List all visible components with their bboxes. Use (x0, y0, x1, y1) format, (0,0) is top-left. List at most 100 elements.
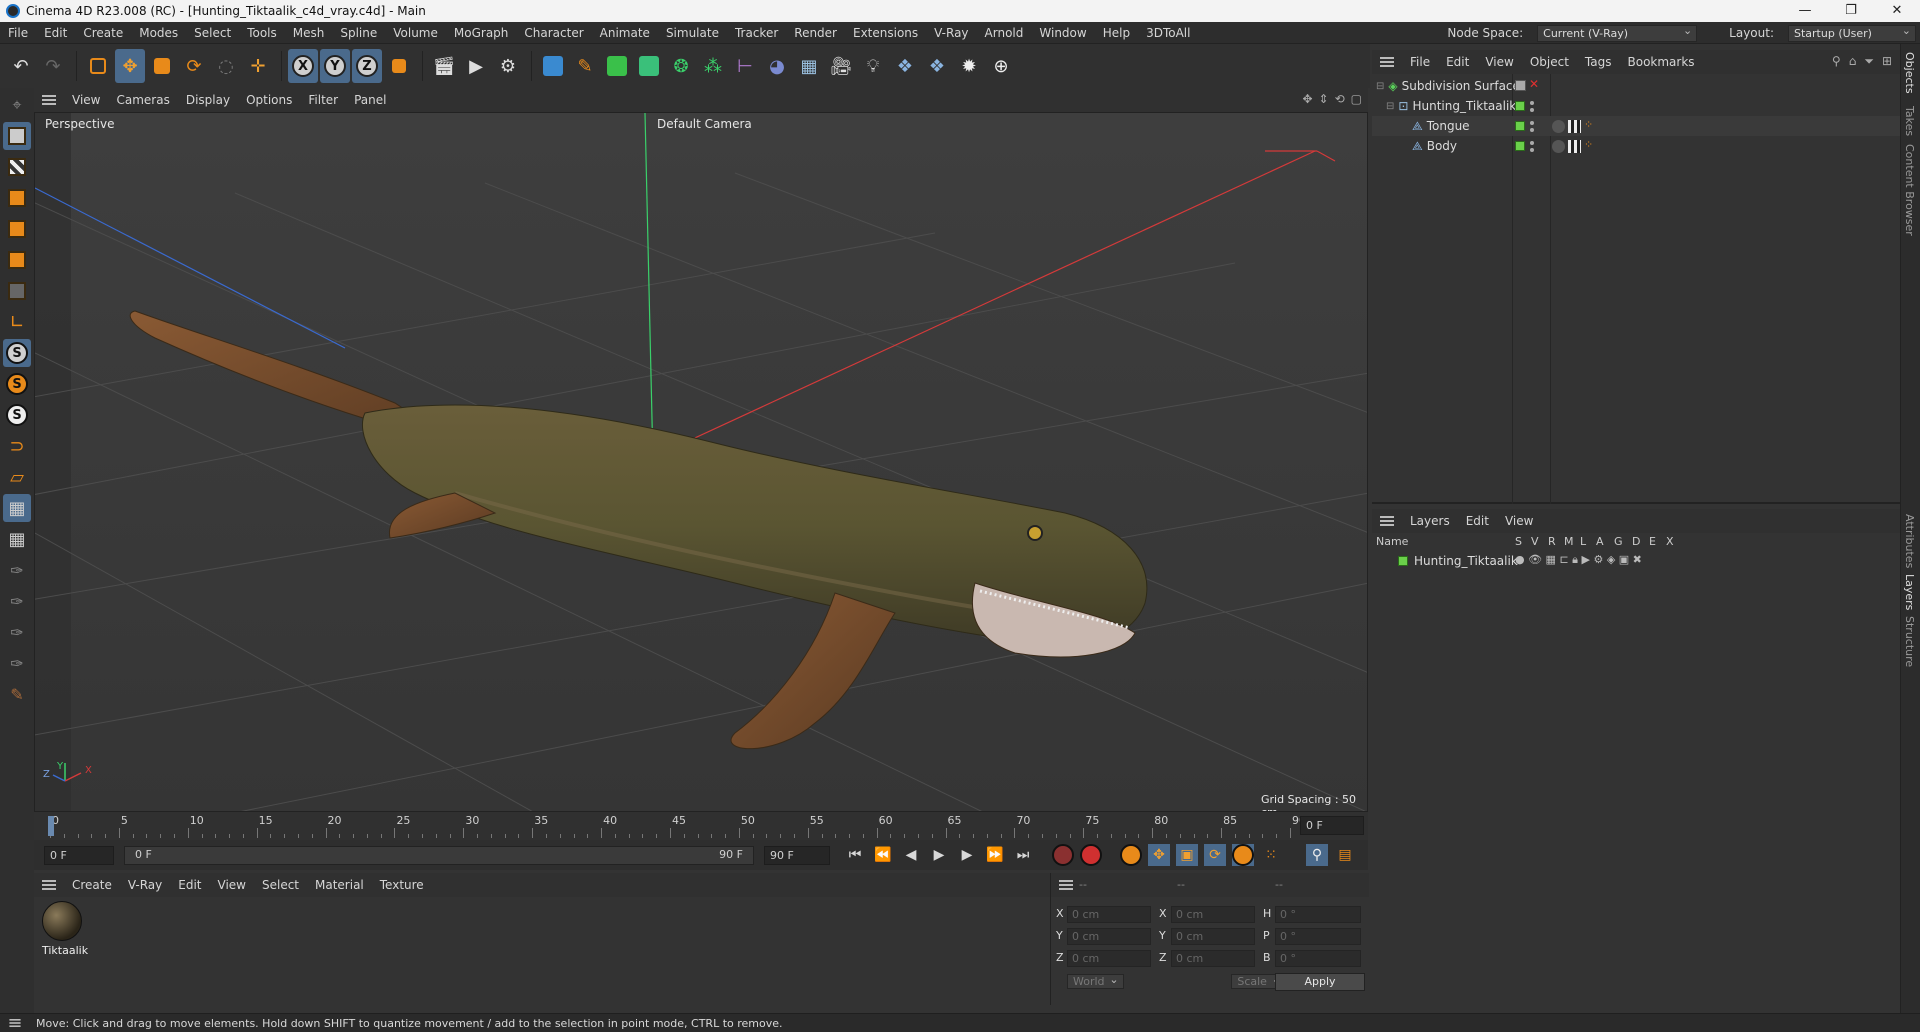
size-x-field[interactable]: 0 cm (1171, 906, 1255, 923)
size-y-field[interactable]: 0 cm (1171, 928, 1255, 945)
snap-settings-button[interactable]: S (3, 370, 31, 398)
coordinate-system-button[interactable] (384, 49, 414, 83)
python-button[interactable]: ❖ (890, 49, 920, 83)
menu-render[interactable]: Render (786, 26, 845, 40)
edit-toggle-icon[interactable] (1515, 80, 1526, 91)
vray-settings-button[interactable]: ✹ (954, 49, 984, 83)
vray-tag-icon[interactable]: ⁘ (1584, 118, 1593, 131)
viewport-menu-panel[interactable]: Panel (346, 93, 394, 107)
redo-button[interactable]: ↷ (38, 49, 68, 83)
material-tag-icon[interactable] (1568, 140, 1581, 153)
autokey-button[interactable] (1080, 844, 1102, 866)
home-icon[interactable]: ⌂ (1849, 54, 1857, 69)
layer-menu-layers[interactable]: Layers (1402, 514, 1458, 528)
x-axis-button[interactable]: X (288, 49, 318, 83)
layer-color-swatch[interactable] (1398, 556, 1408, 566)
timeline-button[interactable]: ⚲ (1306, 844, 1328, 866)
menu-character[interactable]: Character (516, 26, 591, 40)
layer-color-icon[interactable] (1515, 121, 1525, 131)
key-scale-button[interactable]: ▣ (1176, 844, 1198, 866)
disabled-x-icon[interactable]: ✕ (1529, 77, 1539, 91)
col-animation[interactable]: A (1596, 535, 1604, 548)
menu-volume[interactable]: Volume (385, 26, 446, 40)
viewport-menu-view[interactable]: View (64, 93, 108, 107)
timeline-ruler[interactable]: 0 5 10 15 20 25 30 35 40 45 50 55 60 65 70 75 80 85 90 0 F (34, 812, 1368, 840)
uv-mode-button[interactable] (3, 277, 31, 305)
edge-mode-button[interactable] (3, 215, 31, 243)
subdivision-button[interactable] (602, 49, 632, 83)
render-picture-viewer-button[interactable]: ▶ (461, 49, 491, 83)
y-axis-button[interactable]: Y (320, 49, 350, 83)
move-tool-button[interactable]: ✥ (115, 49, 145, 83)
menu-window[interactable]: Window (1031, 26, 1094, 40)
key-pla-button[interactable]: ⁙ (1260, 844, 1282, 866)
camera-name-label[interactable]: Default Camera (657, 117, 752, 131)
light-button[interactable]: 💡︎ (858, 49, 888, 83)
snap-workplane-button[interactable]: S (3, 401, 31, 429)
material-menu-select[interactable]: Select (254, 878, 307, 892)
menu-edit[interactable]: Edit (36, 26, 75, 40)
layer-menu-view[interactable]: View (1497, 514, 1541, 528)
transform-button[interactable]: ✛ (243, 49, 273, 83)
menu-mograph[interactable]: MoGraph (446, 26, 517, 40)
toggle-view-icon[interactable]: ▢ (1351, 92, 1362, 106)
object-name[interactable]: Subdivision Surface (1402, 79, 1520, 93)
menu-tools[interactable]: Tools (239, 26, 285, 40)
status-menu-icon[interactable] (9, 1019, 21, 1027)
side-tab-content-browser[interactable]: Content Browser (1903, 144, 1916, 236)
visibility-dots-icon[interactable] (1530, 99, 1534, 113)
size-z-field[interactable]: 0 cm (1171, 950, 1255, 967)
cube-button[interactable] (538, 49, 568, 83)
rot-b-field[interactable]: 0 ° (1275, 950, 1361, 967)
floor-button[interactable]: ▦ (794, 49, 824, 83)
object-name[interactable]: Body (1427, 139, 1457, 153)
previous-key-button[interactable]: ⏪ (872, 844, 894, 866)
col-name[interactable]: Name (1376, 535, 1408, 548)
phong-tag-icon[interactable] (1552, 120, 1565, 133)
pos-x-field[interactable]: 0 cm (1067, 906, 1151, 923)
tweak-button[interactable]: ⊃ (3, 432, 31, 460)
menu-select[interactable]: Select (186, 26, 239, 40)
object-row-hunting-tiktaalik[interactable]: ⊟ ⊡ Hunting_Tiktaalik (1372, 96, 1900, 116)
node-space-dropdown[interactable]: Current (V-Ray) (1537, 23, 1698, 42)
vray-tag-icon[interactable]: ⁘ (1584, 138, 1593, 151)
key-parameter-button[interactable] (1232, 844, 1254, 866)
material-menu-icon[interactable] (42, 880, 56, 890)
play-button[interactable]: ▶ (928, 844, 950, 866)
side-tab-objects[interactable]: Objects (1903, 52, 1916, 94)
material-menu-texture[interactable]: Texture (372, 878, 432, 892)
menu-spline[interactable]: Spline (332, 26, 385, 40)
menu-mesh[interactable]: Mesh (285, 26, 333, 40)
menu-modes[interactable]: Modes (131, 26, 186, 40)
sculpt-p-button[interactable]: ✑ (3, 587, 31, 615)
recent-tool-button[interactable]: ◌ (211, 49, 241, 83)
side-tab-takes[interactable]: Takes (1903, 106, 1916, 136)
visibility-dots-icon[interactable] (1530, 139, 1534, 153)
object-row-tongue[interactable]: ⟁ Tongue ⁘ (1372, 116, 1900, 136)
layout-dropdown[interactable]: Startup (User) (1788, 23, 1916, 42)
scale-tool-button[interactable] (147, 49, 177, 83)
keyframe-selection-button[interactable] (1120, 844, 1142, 866)
workplane-button[interactable]: ▱ (3, 463, 31, 491)
maximize-button[interactable]: ❐ (1828, 0, 1874, 22)
filter-icon[interactable]: ⏷ (1864, 54, 1874, 69)
material-menu-vray[interactable]: V-Ray (120, 878, 170, 892)
extrude-button[interactable] (634, 49, 664, 83)
object-menu-edit[interactable]: Edit (1438, 55, 1477, 69)
start-frame-field[interactable]: 0 F (44, 845, 114, 865)
menu-create[interactable]: Create (75, 26, 131, 40)
sculpt-s-button[interactable]: ✑ (3, 649, 31, 677)
object-row-body[interactable]: ⟁ Body ⁘ (1372, 136, 1900, 156)
viewport-menu-options[interactable]: Options (238, 93, 300, 107)
motion-clip-button[interactable]: ▤ (1334, 844, 1356, 866)
menu-vray[interactable]: V-Ray (926, 26, 976, 40)
next-frame-button[interactable]: ▶ (956, 844, 978, 866)
rot-h-field[interactable]: 0 ° (1275, 906, 1361, 923)
rot-p-field[interactable]: 0 ° (1275, 928, 1361, 945)
col-xref[interactable]: X (1666, 535, 1674, 548)
pos-y-field[interactable]: 0 cm (1067, 928, 1151, 945)
col-locked[interactable]: L (1580, 535, 1586, 548)
z-axis-button[interactable]: Z (352, 49, 382, 83)
col-generators[interactable]: G (1614, 535, 1623, 548)
end-frame-field[interactable]: 90 F (764, 845, 830, 865)
